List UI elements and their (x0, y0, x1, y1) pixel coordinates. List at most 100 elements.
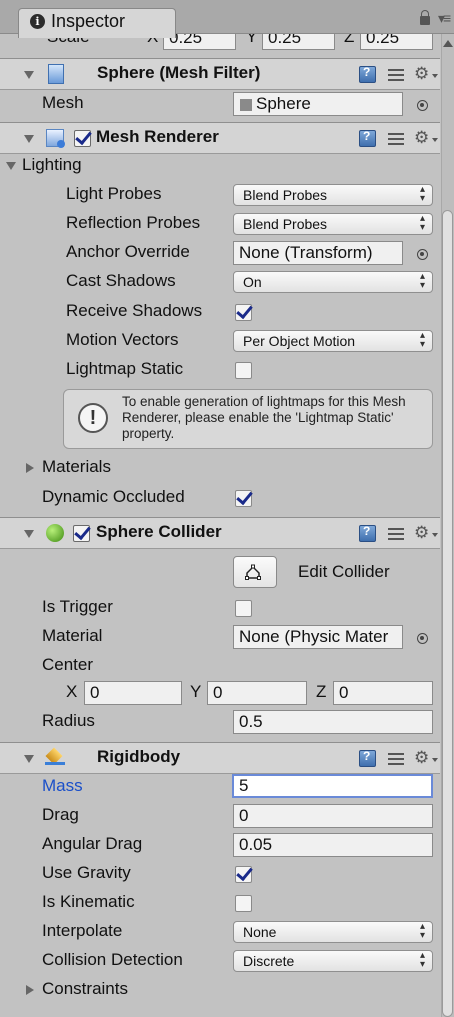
preset-icon[interactable] (388, 751, 404, 767)
scale-z-field[interactable]: 0.25 (360, 34, 433, 50)
mesh-renderer-foldout-icon[interactable] (24, 135, 34, 143)
rigidbody-header[interactable]: Rigidbody ⚙ (0, 742, 440, 774)
interpolate-value: None (243, 924, 277, 940)
mesh-filter-header[interactable]: Sphere (Mesh Filter) ⚙ (0, 58, 440, 90)
cast-shadows-dropdown[interactable]: On ▴ ▾ (233, 271, 433, 293)
motion-vectors-dropdown[interactable]: Per Object Motion ▴ ▾ (233, 330, 433, 352)
mass-row: Mass 5 (0, 773, 440, 802)
is-trigger-checkbox[interactable] (235, 600, 252, 617)
collision-detection-value: Discrete (243, 953, 295, 969)
lightmap-static-checkbox[interactable] (235, 362, 252, 379)
lightmap-help-text: To enable generation of lightmaps for th… (122, 394, 406, 441)
constraints-foldout-row[interactable]: Constraints (0, 976, 440, 1005)
center-x-label: X (66, 682, 78, 701)
gear-icon[interactable]: ⚙ (414, 129, 438, 147)
dynamic-occluded-label: Dynamic Occluded (42, 487, 185, 506)
sphere-collider-foldout-icon[interactable] (24, 530, 34, 538)
drag-field[interactable]: 0 (233, 804, 433, 828)
receive-shadows-label: Receive Shadows (66, 301, 203, 320)
collider-material-row: Material None (Physic Mater (0, 623, 440, 652)
mesh-label: Mesh (42, 93, 84, 112)
center-label: Center (42, 655, 94, 674)
light-probes-label: Light Probes (66, 184, 162, 203)
mesh-renderer-enabled-checkbox[interactable] (74, 130, 91, 147)
help-book-icon[interactable] (359, 65, 376, 83)
constraints-foldout-icon[interactable] (26, 985, 34, 995)
lock-icon[interactable] (420, 10, 430, 25)
object-picker-icon[interactable] (417, 249, 428, 260)
anchor-override-field[interactable]: None (Transform) (233, 241, 403, 265)
mesh-field[interactable]: Sphere (233, 92, 403, 116)
lighting-foldout-icon[interactable] (6, 162, 16, 170)
info-warning-icon: ! (78, 403, 108, 433)
center-z-field[interactable]: 0 (333, 681, 433, 705)
collision-detection-dropdown[interactable]: Discrete ▴ ▾ (233, 950, 433, 972)
inspector-window: i Inspector ▾≡ Scale X 0.25 Y 0.25 Z 0.2… (0, 0, 454, 1017)
mesh-renderer-header[interactable]: Mesh Renderer ⚙ (0, 122, 440, 154)
anchor-override-row: Anchor Override None (Transform) (0, 239, 440, 268)
gear-icon[interactable]: ⚙ (414, 65, 438, 83)
help-book-icon[interactable] (359, 749, 376, 767)
center-label-row: Center (0, 652, 440, 681)
receive-shadows-row: Receive Shadows (0, 298, 440, 327)
angular-drag-field[interactable]: 0.05 (233, 833, 433, 857)
edit-collider-button[interactable] (233, 556, 277, 588)
sphere-collider-enabled-checkbox[interactable] (73, 525, 90, 542)
collider-material-label: Material (42, 626, 103, 645)
dynamic-occluded-row: Dynamic Occluded (0, 484, 440, 513)
light-probes-value: Blend Probes (243, 187, 328, 203)
mesh-filter-foldout-icon[interactable] (24, 71, 34, 79)
materials-label: Materials (42, 457, 111, 476)
is-kinematic-checkbox[interactable] (235, 895, 252, 912)
object-picker-icon[interactable] (417, 100, 428, 111)
use-gravity-row: Use Gravity (0, 860, 440, 889)
mesh-renderer-title: Mesh Renderer (96, 127, 219, 146)
edit-collider-label: Edit Collider (298, 562, 390, 581)
preset-icon[interactable] (388, 67, 404, 83)
rigidbody-foldout-icon[interactable] (24, 755, 34, 763)
preset-icon[interactable] (388, 526, 404, 542)
gear-icon[interactable]: ⚙ (414, 749, 438, 767)
help-book-icon[interactable] (359, 129, 376, 147)
collision-detection-label: Collision Detection (42, 950, 183, 969)
materials-foldout-icon[interactable] (26, 463, 34, 473)
light-probes-row: Light Probes Blend Probes ▴ ▾ (0, 181, 440, 210)
dropdown-arrows-icon: ▴ ▾ (419, 184, 425, 204)
center-y-label: Y (190, 682, 202, 701)
dynamic-occluded-checkbox[interactable] (235, 490, 252, 507)
materials-foldout-row[interactable]: Materials (0, 454, 440, 483)
drag-row: Drag 0 (0, 802, 440, 831)
mesh-filter-icon (48, 64, 64, 84)
light-probes-dropdown[interactable]: Blend Probes ▴ ▾ (233, 184, 433, 206)
collider-material-field[interactable]: None (Physic Mater (233, 625, 403, 649)
center-x-field[interactable]: 0 (84, 681, 182, 705)
scale-y-field[interactable]: 0.25 (262, 34, 335, 50)
lightmap-help-box: ! To enable generation of lightmaps for … (63, 389, 433, 449)
use-gravity-checkbox[interactable] (235, 866, 252, 883)
reflection-probes-value: Blend Probes (243, 216, 328, 232)
mesh-filter-title: Sphere (Mesh Filter) (97, 63, 261, 82)
object-picker-icon[interactable] (417, 633, 428, 644)
radius-field[interactable]: 0.5 (233, 710, 433, 734)
scroll-up-arrow-icon[interactable] (443, 40, 453, 47)
cast-shadows-label: Cast Shadows (66, 271, 176, 290)
gear-icon[interactable]: ⚙ (414, 524, 438, 542)
mass-field[interactable]: 5 (232, 774, 433, 798)
receive-shadows-checkbox[interactable] (235, 304, 252, 321)
motion-vectors-value: Per Object Motion (243, 333, 356, 349)
sphere-collider-icon (46, 524, 64, 542)
sphere-collider-header[interactable]: Sphere Collider ⚙ (0, 517, 440, 549)
interpolate-dropdown[interactable]: None ▴ ▾ (233, 921, 433, 943)
scrollbar-thumb[interactable] (442, 210, 453, 1017)
dropdown-arrows-icon: ▴ ▾ (419, 950, 425, 970)
reflection-probes-dropdown[interactable]: Blend Probes ▴ ▾ (233, 213, 433, 235)
center-y-field[interactable]: 0 (207, 681, 307, 705)
tab-menu-icon[interactable]: ▾≡ (438, 11, 452, 25)
tab-inspector[interactable]: i Inspector (18, 8, 176, 38)
help-book-icon[interactable] (359, 524, 376, 542)
mesh-row: Mesh Sphere (0, 90, 440, 119)
lighting-foldout-row[interactable]: Lighting (0, 152, 440, 181)
interpolate-label: Interpolate (42, 921, 123, 940)
drag-label: Drag (42, 805, 79, 824)
preset-icon[interactable] (388, 131, 404, 147)
